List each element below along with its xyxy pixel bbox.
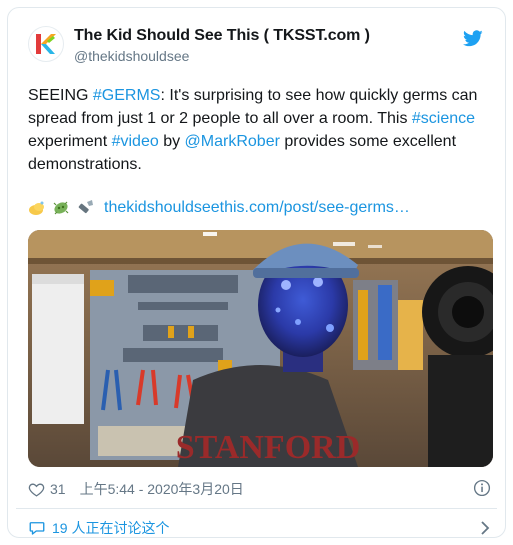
microbe-icon: [53, 201, 69, 215]
tweet-card[interactable]: The Kid Should See This ( TKSST.com ) @t…: [7, 7, 506, 538]
tweet-text-segment: experiment: [28, 133, 112, 150]
tkst-logo-icon: [36, 34, 56, 54]
video-scene: STANFORD: [28, 230, 493, 467]
video-thumbnail[interactable]: STANFORD: [28, 230, 493, 467]
mention-markrober-link[interactable]: @MarkRober: [185, 133, 280, 150]
tweet-text: SEEING #GERMS: It's surprising to see ho…: [28, 84, 490, 176]
discussion-count-text[interactable]: 19 人正在讨论这个: [52, 518, 169, 538]
hashtag-germs-link[interactable]: #GERMS: [93, 87, 161, 104]
twitter-bird-icon[interactable]: [463, 30, 483, 47]
flashlight-icon: [78, 200, 93, 214]
hashtag-science-link[interactable]: #science: [412, 110, 475, 127]
tweet-text-segment: SEEING: [28, 87, 93, 104]
discussion-link[interactable]: 19 人正在讨论这个: [28, 515, 493, 541]
divider: [16, 508, 497, 509]
avatar[interactable]: [28, 26, 64, 62]
shirt-lettering: STANFORD: [176, 429, 361, 466]
tweet-meta: 31 上午5:44 - 2020年3月20日: [28, 478, 493, 500]
info-icon[interactable]: [473, 479, 491, 497]
tweet-text-segment: by: [158, 133, 185, 150]
comment-bubble-icon: [29, 522, 45, 535]
heart-icon[interactable]: [28, 481, 45, 498]
account-handle[interactable]: @thekidshouldsee: [74, 48, 370, 64]
account-names: The Kid Should See This ( TKSST.com ) @t…: [74, 27, 370, 64]
display-name[interactable]: The Kid Should See This ( TKSST.com ): [74, 27, 370, 45]
hashtag-video-link[interactable]: #video: [112, 133, 159, 150]
timestamp[interactable]: 上午5:44 - 2020年3月20日: [80, 479, 244, 499]
like-count[interactable]: 31: [50, 481, 66, 497]
chevron-right-icon[interactable]: [479, 520, 491, 536]
tweet-header: The Kid Should See This ( TKSST.com ) @t…: [28, 26, 487, 70]
hand-wash-icon: [29, 201, 44, 215]
link-line: thekidshouldseethis.com/post/see-germs…: [28, 196, 410, 220]
article-link[interactable]: thekidshouldseethis.com/post/see-germs…: [104, 199, 410, 217]
